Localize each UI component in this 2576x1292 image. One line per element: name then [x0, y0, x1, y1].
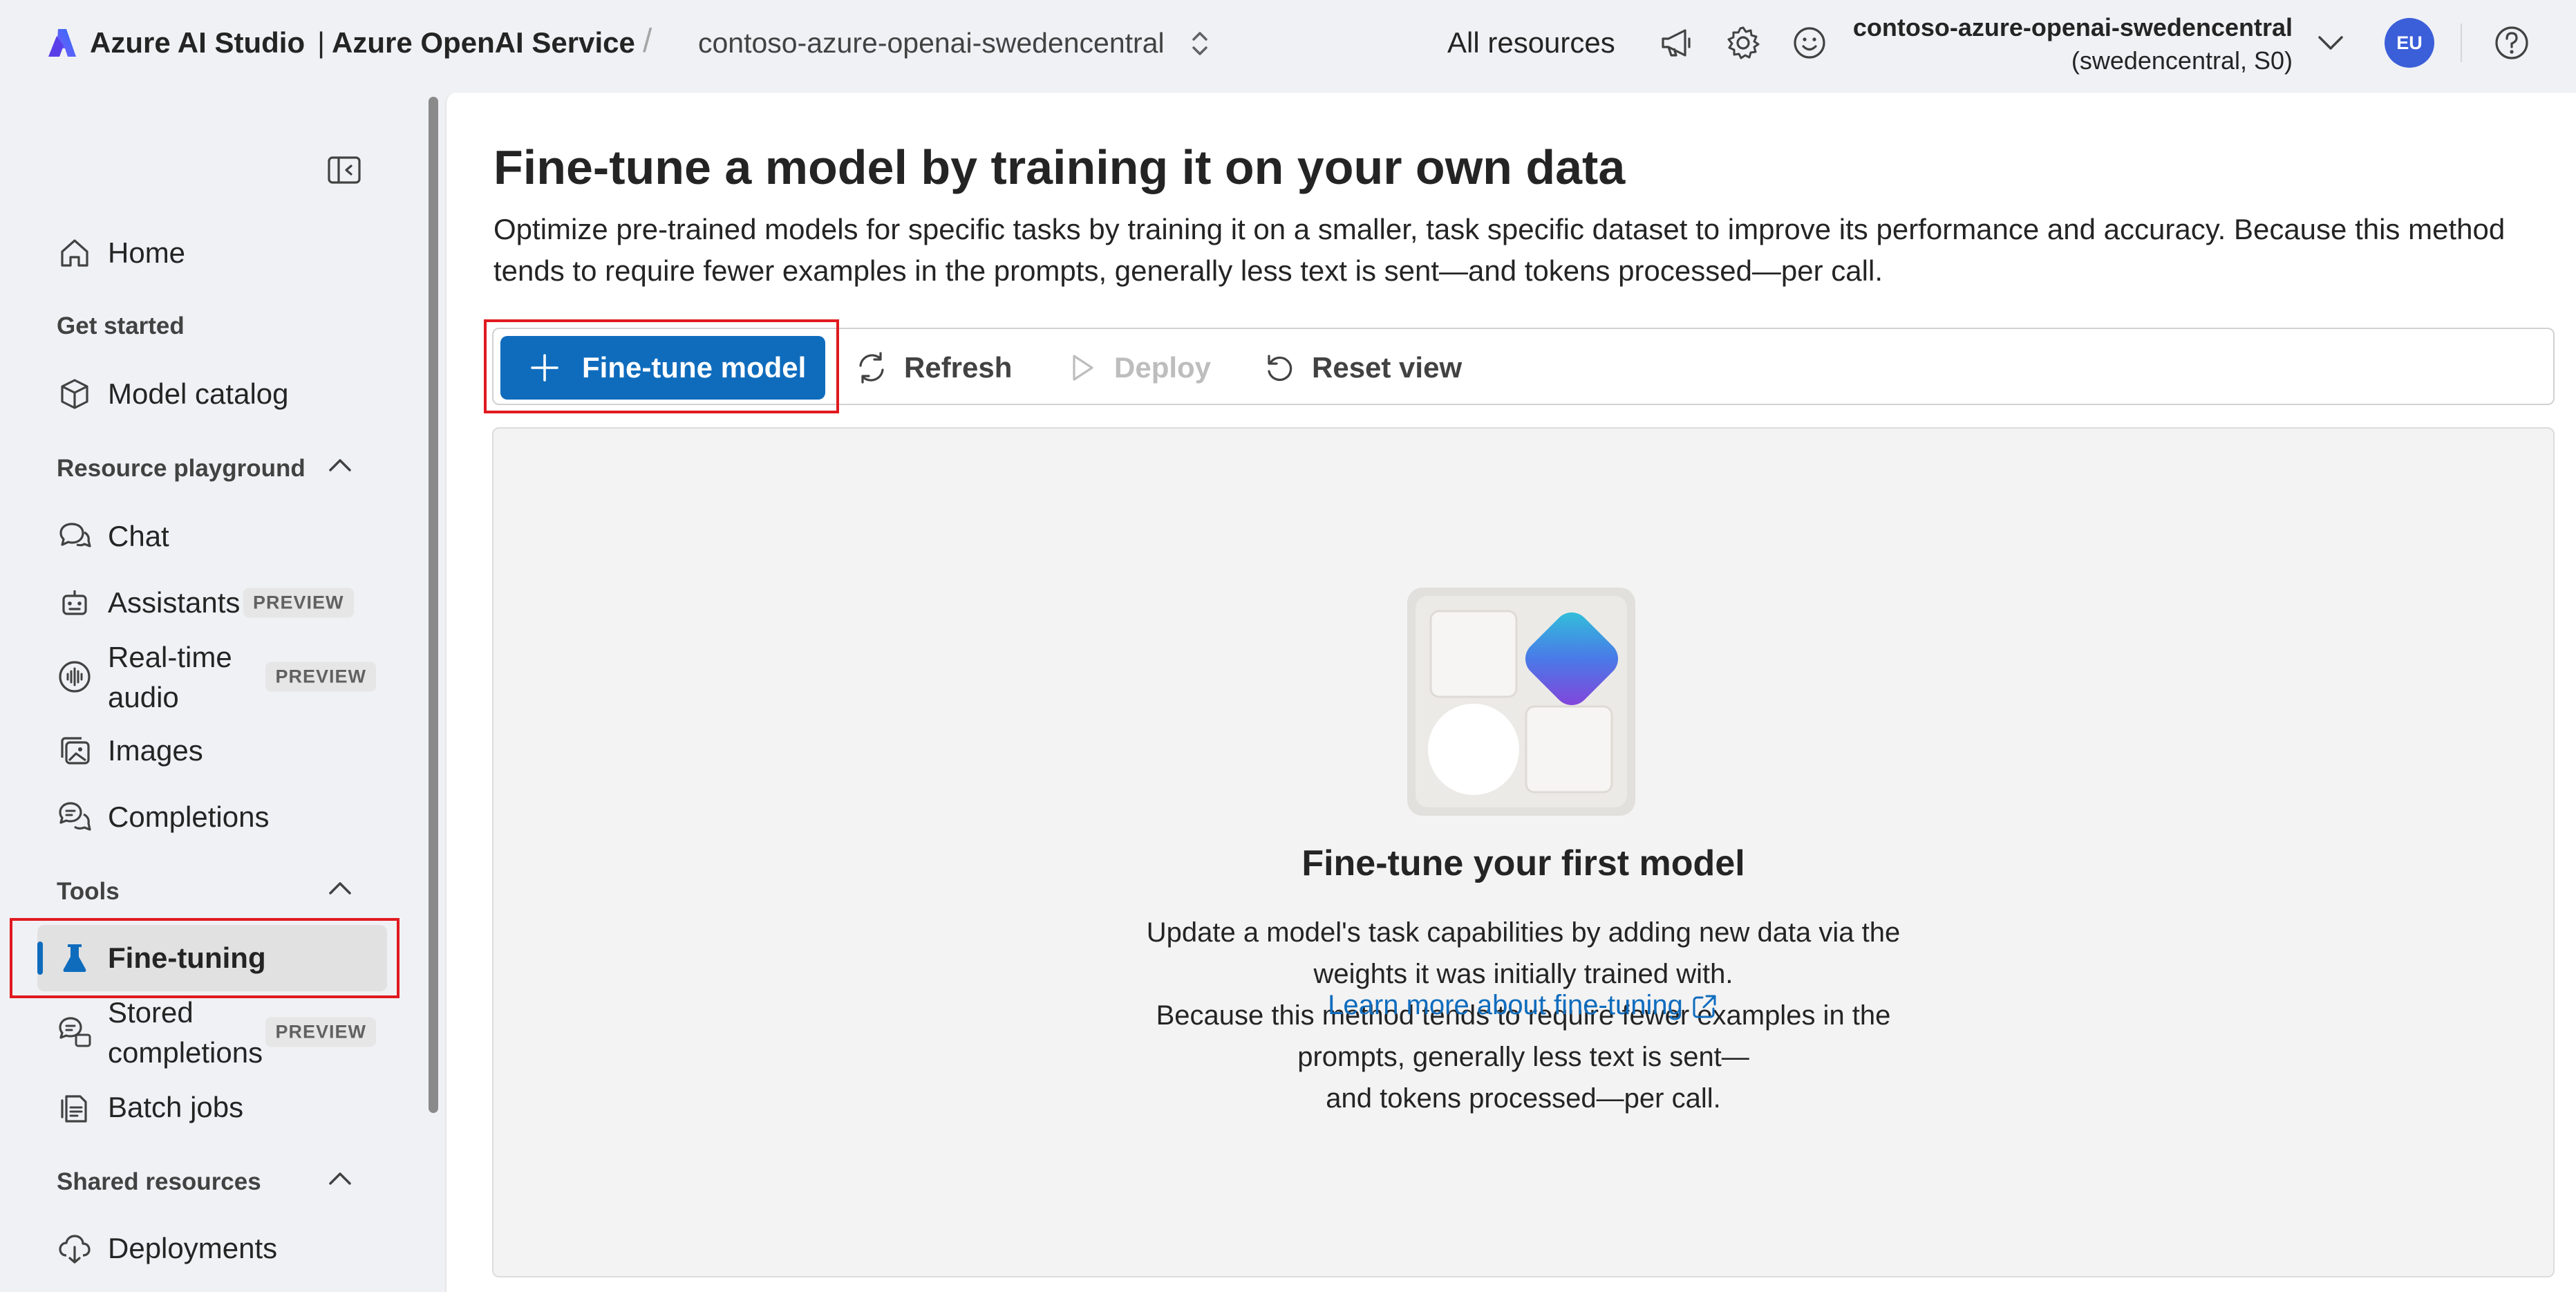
- sidebar-item-label: Batch jobs: [108, 1091, 244, 1123]
- sidebar-nav: Home Get started Model catalog Resource …: [0, 86, 429, 1292]
- page-description: Optimize pre-trained models for specific…: [493, 213, 2506, 287]
- sidebar-item-label: Images: [108, 734, 203, 767]
- chevron-down-icon[interactable]: [2314, 28, 2347, 58]
- refresh-label: Refresh: [904, 351, 1013, 384]
- preview-badge: PREVIEW: [265, 662, 376, 692]
- cube-icon: [57, 376, 93, 412]
- refresh-button[interactable]: Refresh: [854, 336, 1012, 400]
- images-icon: [57, 733, 93, 769]
- learn-more-label[interactable]: Learn more about fine-tuning: [1328, 990, 1683, 1020]
- reset-view-label: Reset view: [1312, 351, 1463, 384]
- account-region-tier[interactable]: (swedencentral, S0): [2071, 44, 2293, 77]
- refresh-icon: [854, 350, 889, 385]
- sidebar-item-label: Chat: [108, 520, 169, 552]
- deploy-label: Deploy: [1114, 351, 1212, 384]
- account-resource-name[interactable]: contoso-azure-openai-swedencentral: [1853, 11, 2293, 44]
- external-link-icon[interactable]: [1690, 992, 1719, 1021]
- sidebar-item-label: Real-time: [108, 641, 232, 673]
- sidebar-item-label: Model catalog: [108, 377, 289, 410]
- sidebar-item-deployments[interactable]: Deployments: [37, 1215, 387, 1282]
- chat-bubbles-icon: [57, 518, 93, 554]
- audio-waveform-icon: [57, 659, 93, 695]
- sidebar-item-batch-jobs[interactable]: Batch jobs: [37, 1074, 387, 1141]
- sidebar-item-chat[interactable]: Chat: [37, 503, 387, 570]
- empty-state-description-line: and tokens processed—per call.: [1326, 1083, 1721, 1114]
- header-divider: [2461, 24, 2462, 62]
- preview-badge: PREVIEW: [243, 588, 354, 618]
- reset-arrow-icon: [1262, 350, 1297, 385]
- sidebar-item-label-line2: completions: [108, 1036, 263, 1069]
- help-icon[interactable]: [2491, 22, 2532, 64]
- section-resource-playground[interactable]: Resource playground: [57, 452, 305, 485]
- section-shared-resources[interactable]: Shared resources: [57, 1165, 261, 1199]
- chevron-up-icon[interactable]: [323, 1163, 357, 1196]
- sidebar-item-label: Assistants: [108, 586, 241, 619]
- fine-tune-illustration: [1406, 586, 1637, 817]
- home-icon: [57, 235, 93, 271]
- bot-icon: [57, 585, 93, 621]
- app-title[interactable]: Azure AI Studio | Azure OpenAI Service: [90, 24, 635, 62]
- feedback-smiley-icon[interactable]: [1790, 24, 1829, 62]
- main-content: Fine-tune a model by training it on your…: [445, 93, 2576, 1292]
- page-title: Fine-tune a model by training it on your…: [493, 140, 1626, 194]
- deploy-button[interactable]: Deploy: [1064, 336, 1211, 400]
- app-name: Azure AI Studio: [90, 26, 305, 59]
- chevron-up-icon[interactable]: [323, 872, 357, 906]
- stored-completions-icon: [57, 1014, 93, 1050]
- azure-ai-logo-icon[interactable]: [46, 26, 79, 59]
- collapse-sidebar-icon[interactable]: [326, 155, 362, 185]
- sidebar-item-stored-completions[interactable]: Stored completions PREVIEW: [37, 991, 387, 1073]
- highlight-box-fine-tuning: [10, 918, 399, 998]
- sidebar-item-assistants[interactable]: Assistants PREVIEW: [37, 570, 387, 636]
- empty-state-title: Fine-tune your first model: [1301, 843, 1745, 883]
- learn-more-link[interactable]: Learn more about fine-tuning: [446, 984, 2576, 1026]
- sidebar-item-label-line2: audio: [108, 681, 179, 713]
- gear-icon[interactable]: [1724, 24, 1762, 62]
- top-bar: Azure AI Studio | Azure OpenAI Service / c…: [0, 0, 2576, 86]
- sidebar-item-realtime-audio[interactable]: Real-time audio PREVIEW: [37, 636, 387, 718]
- service-name: Azure OpenAI Service: [332, 26, 635, 59]
- highlight-box-fine-tune-button: [484, 319, 839, 413]
- play-icon: [1064, 350, 1099, 385]
- sidebar-item-completions[interactable]: Completions: [37, 784, 387, 850]
- sidebar-item-model-catalog[interactable]: Model catalog: [37, 361, 387, 427]
- sidebar-item-images[interactable]: Images: [37, 718, 387, 784]
- breadcrumb-separator: /: [643, 23, 652, 59]
- sidebar-item-label: Completions: [108, 801, 270, 833]
- all-resources-link[interactable]: All resources: [1447, 24, 1615, 62]
- completions-chat-icon: [57, 799, 93, 835]
- sidebar-item-home[interactable]: Home: [37, 220, 387, 286]
- batch-documents-icon: [57, 1089, 93, 1125]
- megaphone-icon[interactable]: [1657, 24, 1696, 62]
- empty-state-description-line: Update a model's task capabilities by ad…: [1146, 917, 1901, 989]
- avatar[interactable]: EU: [2385, 18, 2434, 68]
- resource-selector[interactable]: contoso-azure-openai-swedencentral: [698, 24, 1165, 62]
- preview-badge: PREVIEW: [265, 1017, 376, 1047]
- chevron-up-icon[interactable]: [323, 449, 357, 483]
- sidebar-item-label: Deployments: [108, 1232, 278, 1264]
- sidebar-item-label: Stored: [108, 996, 194, 1029]
- section-tools[interactable]: Tools: [57, 875, 120, 908]
- chevron-up-down-icon[interactable]: [1187, 28, 1212, 59]
- section-get-started: Get started: [57, 312, 185, 339]
- sidebar-item-label: Home: [108, 236, 186, 269]
- title-separator: |: [317, 26, 326, 59]
- sidebar-scrollbar[interactable]: [429, 97, 438, 1113]
- cloud-deploy-icon: [57, 1230, 93, 1266]
- reset-view-button[interactable]: Reset view: [1262, 336, 1462, 400]
